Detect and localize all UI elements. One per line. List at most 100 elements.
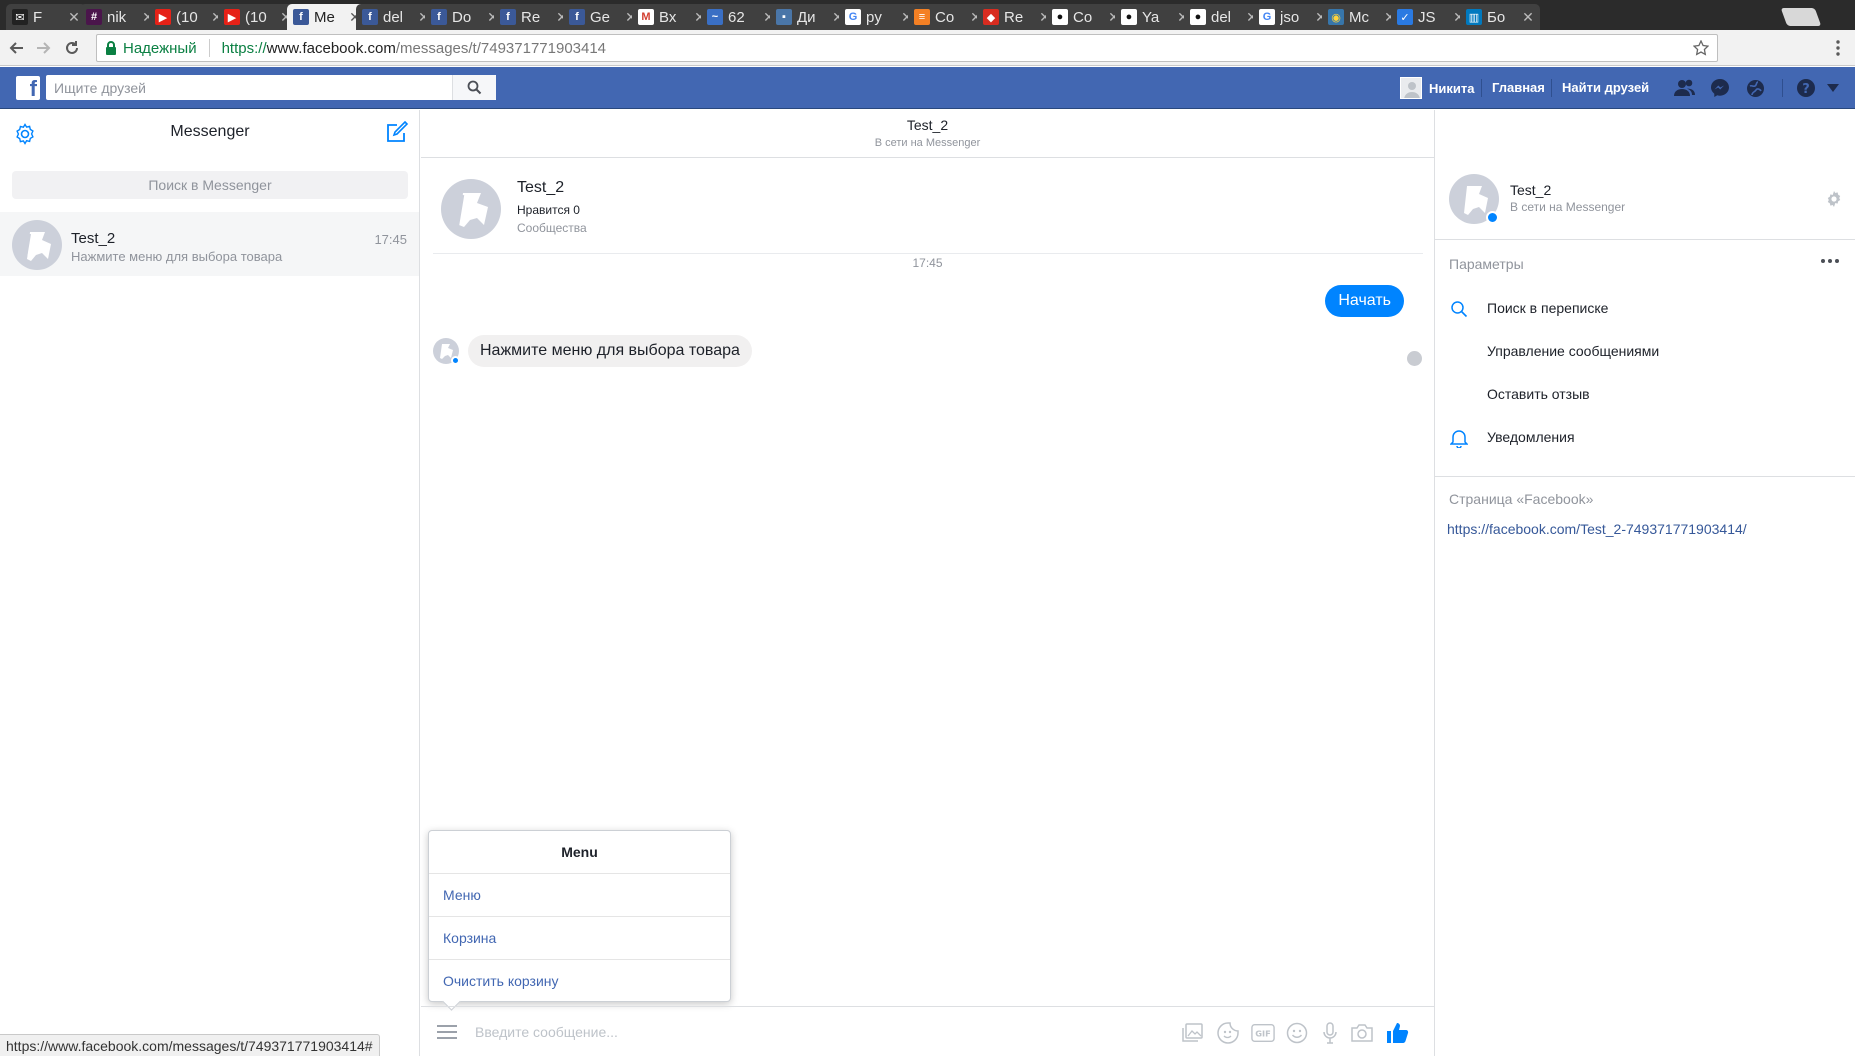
avatar[interactable]	[1449, 174, 1499, 224]
chevron-down-icon[interactable]	[1822, 78, 1844, 98]
messenger-search-input[interactable]	[12, 171, 408, 199]
tab-title: jso	[1280, 8, 1300, 26]
browser-tab[interactable]: ● Co ✕	[1046, 4, 1126, 30]
new-tab-button[interactable]	[1780, 8, 1822, 26]
browser-tab-active[interactable]: f Me ✕	[287, 4, 367, 30]
browser-tab[interactable]: ≡ Co ✕	[908, 4, 988, 30]
browser-tab[interactable]: ▶ (10 ✕	[218, 4, 298, 30]
menu-item[interactable]: Корзина	[429, 917, 730, 960]
chat-status: В сети на Messenger	[874, 137, 981, 149]
bookmark-star-icon[interactable]	[1693, 40, 1709, 56]
browser-tab[interactable]: ● Ya ✕	[1115, 4, 1195, 30]
browser-tab[interactable]: f Re ✕	[494, 4, 574, 30]
browser-tab[interactable]: ● del ✕	[1184, 4, 1264, 30]
tab-title: Co	[1073, 8, 1093, 26]
image-icon[interactable]	[1181, 1021, 1205, 1045]
menu-icon[interactable]	[437, 1025, 457, 1039]
search-icon	[467, 80, 482, 95]
more-options-icon[interactable]	[1820, 258, 1840, 264]
separator	[1551, 79, 1552, 97]
back-arrow-icon[interactable]	[4, 36, 28, 60]
bell-icon	[1449, 428, 1469, 448]
forward-arrow-icon[interactable]	[32, 36, 56, 60]
browser-tab[interactable]: G jso ✕	[1253, 4, 1333, 30]
browser-tab[interactable]: ▶ (10 ✕	[149, 4, 229, 30]
contact-name[interactable]: Test_2	[1510, 182, 1551, 198]
menu-item[interactable]: Меню	[429, 874, 730, 917]
message-input[interactable]	[475, 1019, 1035, 1045]
avatar[interactable]	[441, 179, 501, 239]
contact-status: В сети на Messenger	[1510, 200, 1626, 214]
help-icon[interactable]: ?	[1795, 78, 1817, 98]
page-link[interactable]: https://facebook.com/Test_2-749371771903…	[1447, 521, 1747, 537]
browser-tab[interactable]: ~ 62 ✕	[701, 4, 781, 30]
browser-menu-icon[interactable]	[1826, 36, 1850, 60]
browser-toolbar: Надежный https://www.facebook.com/messag…	[0, 30, 1855, 66]
leave-feedback-button[interactable]: Оставить отзыв	[1435, 376, 1855, 414]
secure-label: Надежный	[123, 39, 197, 57]
page-info-card: Test_2 Нравится 0 Сообщества	[433, 170, 1423, 254]
browser-tab[interactable]: ▥ Бо ✕	[1460, 4, 1540, 30]
tab-title: JS	[1418, 8, 1436, 26]
like-thumb-icon[interactable]	[1385, 1021, 1409, 1045]
reload-icon[interactable]	[60, 36, 84, 60]
sticker-icon[interactable]	[1216, 1021, 1240, 1045]
browser-tab[interactable]: M Вх ✕	[632, 4, 712, 30]
browser-tab[interactable]: ◆ Re ✕	[977, 4, 1057, 30]
tab-title: Вх	[659, 8, 677, 26]
search-button[interactable]	[452, 75, 496, 100]
compose-icon[interactable]	[385, 120, 409, 144]
conversation-details-panel: Test_2 В сети на Messenger Параметры Пои…	[1434, 110, 1855, 1056]
divider	[1435, 476, 1855, 477]
separator	[1481, 79, 1482, 97]
page-likes: Нравится 0	[517, 203, 580, 217]
browser-tab[interactable]: ✉ F ✕	[6, 4, 86, 30]
browser-tab[interactable]: f Ge ✕	[563, 4, 643, 30]
close-tab-icon[interactable]: ✕	[1522, 9, 1534, 26]
profile-link[interactable]: Никита	[1400, 75, 1474, 101]
user-name: Никита	[1429, 80, 1475, 96]
messenger-icon[interactable]	[1709, 78, 1731, 98]
divider	[1435, 239, 1855, 240]
gear-icon[interactable]	[1825, 190, 1843, 208]
action-label: Оставить отзыв	[1487, 386, 1590, 402]
browser-tab[interactable]: f Do ✕	[425, 4, 505, 30]
facebook-icon: f	[500, 9, 516, 25]
friend-requests-icon[interactable]	[1674, 78, 1696, 98]
conversation-snippet: Нажмите меню для выбора товара	[71, 249, 283, 264]
search-in-conversation-button[interactable]: Поиск в переписке	[1435, 290, 1855, 328]
conversation-item[interactable]: Test_2 17:45 Нажмите меню для выбора тов…	[0, 212, 419, 276]
notifications-button[interactable]: Уведомления	[1435, 419, 1855, 457]
page-name[interactable]: Test_2	[517, 179, 564, 197]
globe-notifications-icon[interactable]	[1744, 78, 1766, 98]
menu-item[interactable]: Очистить корзину	[429, 960, 730, 1003]
browser-tab[interactable]: G py ✕	[839, 4, 919, 30]
stackoverflow-icon: ≡	[914, 9, 930, 25]
github-icon: ●	[1190, 9, 1206, 25]
browser-tab[interactable]: ◉ Mc ✕	[1322, 4, 1402, 30]
tab-title: Ya	[1142, 8, 1160, 26]
friends-search-input[interactable]	[46, 75, 496, 100]
find-friends-link[interactable]: Найти друзей	[1562, 80, 1649, 95]
gif-icon[interactable]: GIF	[1251, 1021, 1275, 1045]
camera-icon[interactable]	[1350, 1021, 1374, 1045]
address-bar[interactable]: Надежный https://www.facebook.com/messag…	[96, 34, 1718, 62]
facebook-icon: f	[362, 9, 378, 25]
browser-tab[interactable]: f del ✕	[356, 4, 436, 30]
tab-title: Ди	[797, 8, 816, 26]
close-tab-icon[interactable]: ✕	[68, 9, 80, 26]
facebook-logo-icon[interactable]: f	[16, 76, 40, 100]
separator	[1782, 79, 1783, 97]
trello-icon: ▥	[1466, 9, 1482, 25]
github-icon: ●	[1052, 9, 1068, 25]
microphone-icon[interactable]	[1318, 1021, 1342, 1045]
manage-messages-button[interactable]: Управление сообщениями	[1435, 333, 1855, 371]
browser-tab[interactable]: ✓ JS ✕	[1391, 4, 1471, 30]
emoji-icon[interactable]	[1285, 1021, 1309, 1045]
tab-title: Mc	[1349, 8, 1369, 26]
chat-title[interactable]: Test_2	[421, 117, 1434, 133]
facebook-icon: f	[431, 9, 447, 25]
browser-tab[interactable]: ▪ Ди ✕	[770, 4, 850, 30]
home-link[interactable]: Главная	[1492, 80, 1545, 95]
browser-tab[interactable]: # nik ✕	[80, 4, 160, 30]
